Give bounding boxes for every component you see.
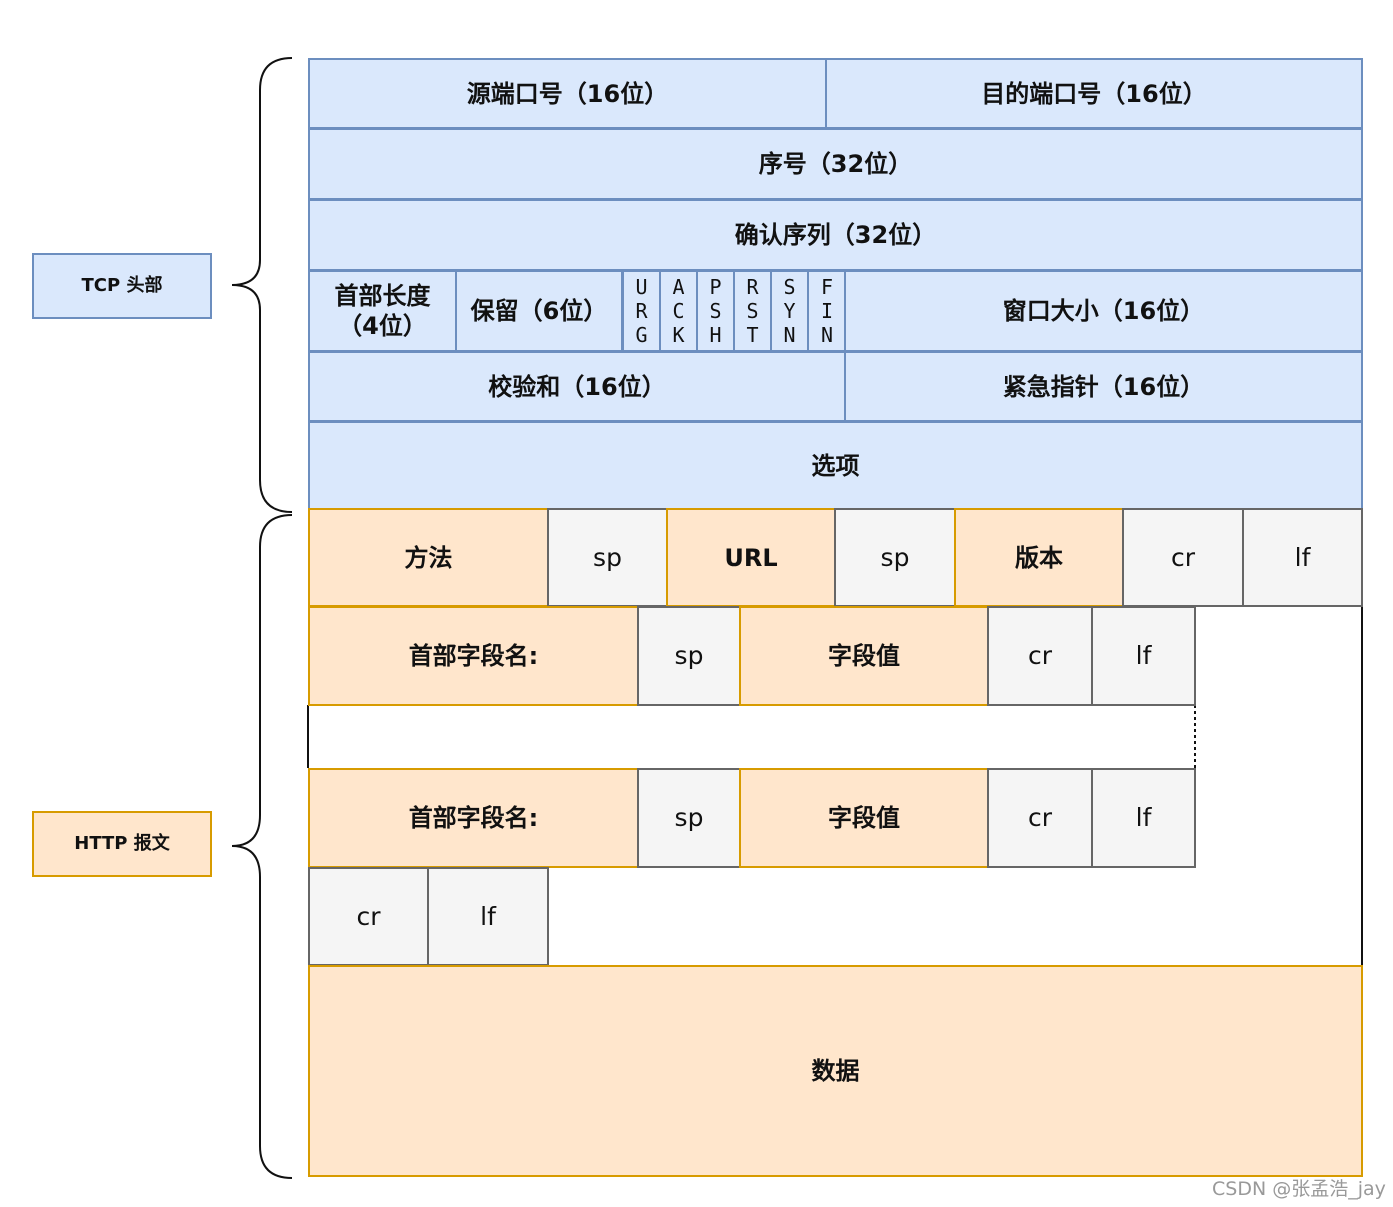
flag-label: SYN — [783, 275, 796, 347]
src-port-field: 源端口号（16位） — [308, 58, 827, 129]
tcp-brace — [231, 57, 293, 513]
header-length-field: 首部长度（4位） — [308, 270, 457, 352]
body-data-field: 数据 — [308, 965, 1363, 1177]
urgent-pointer-field: 紧急指针（16位） — [844, 351, 1363, 422]
flag-fin: FIN — [807, 270, 847, 352]
flag-label: RST — [746, 275, 759, 347]
flag-label: URG — [635, 275, 648, 347]
watermark: CSDN @张孟浩_jay — [1212, 1178, 1386, 1200]
lf-field: lf — [1091, 768, 1196, 868]
lf-field: lf — [1091, 606, 1196, 706]
header-value-field: 字段值 — [739, 768, 989, 868]
reserved-field: 保留（6位） — [455, 270, 623, 352]
version-field: 版本 — [954, 508, 1124, 607]
sp-field: sp — [547, 508, 668, 607]
options-field: 选项 — [308, 421, 1363, 510]
header-value-field: 字段值 — [739, 606, 989, 706]
sp-field: sp — [637, 768, 741, 868]
lf-field: lf — [1242, 508, 1363, 607]
tcp-http-diagram: TCP 头部 HTTP 报文 源端口号（16位） 目的端口号（16位） 序号（3… — [0, 0, 1393, 1207]
flag-label: PSH — [709, 275, 722, 347]
method-field: 方法 — [308, 508, 549, 607]
sp-field: sp — [637, 606, 741, 706]
flag-label: ACK — [672, 275, 685, 347]
flag-syn: SYN — [770, 270, 809, 352]
cr-field: cr — [308, 867, 429, 966]
header-name-field: 首部字段名: — [308, 606, 639, 706]
cr-field: cr — [987, 606, 1093, 706]
ack-field: 确认序列（32位） — [308, 199, 1363, 271]
checksum-field: 校验和（16位） — [308, 351, 846, 422]
flag-rst: RST — [733, 270, 772, 352]
seq-field: 序号（32位） — [308, 128, 1363, 200]
cr-field: cr — [1122, 508, 1244, 607]
flag-psh: PSH — [696, 270, 735, 352]
header-name-field: 首部字段名: — [308, 768, 639, 868]
url-field: URL — [666, 508, 836, 607]
window-field: 窗口大小（16位） — [844, 270, 1363, 352]
lf-field: lf — [427, 867, 549, 966]
http-message-label: HTTP 报文 — [32, 811, 212, 877]
http-brace — [231, 514, 293, 1179]
flag-label: FIN — [820, 275, 834, 347]
tcp-header-label: TCP 头部 — [32, 253, 212, 319]
sp-field: sp — [834, 508, 956, 607]
flag-ack: ACK — [659, 270, 698, 352]
dst-port-field: 目的端口号（16位） — [825, 58, 1363, 129]
cr-field: cr — [987, 768, 1093, 868]
flag-urg: URG — [622, 270, 661, 352]
